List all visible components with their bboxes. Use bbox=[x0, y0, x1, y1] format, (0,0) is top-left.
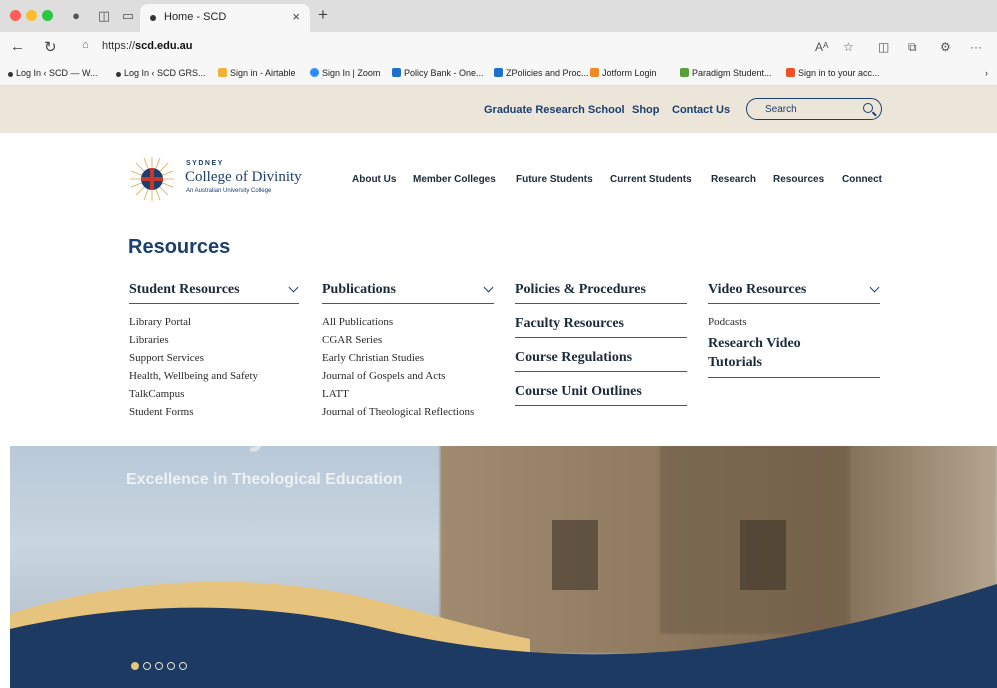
search-input[interactable]: Search bbox=[746, 98, 882, 120]
research-video-tutorials-heading[interactable]: Research Video Tutorials bbox=[708, 334, 880, 378]
bookmarks-bar: Log In ‹ SCD — W... Log In ‹ SCD GRS... … bbox=[0, 62, 997, 86]
link-student-forms[interactable]: Student Forms bbox=[129, 406, 193, 418]
logo-college-name[interactable]: College of Divinity bbox=[185, 169, 302, 186]
link-library-portal[interactable]: Library Portal bbox=[129, 316, 191, 328]
nav-research[interactable]: Research bbox=[711, 174, 756, 185]
chevron-down-icon[interactable] bbox=[869, 282, 880, 293]
chevron-down-icon[interactable] bbox=[288, 282, 299, 293]
nav-future-students[interactable]: Future Students bbox=[516, 174, 593, 185]
chevron-down-icon[interactable] bbox=[483, 282, 494, 293]
graduate-research-school-link[interactable]: Graduate Research School bbox=[484, 104, 625, 116]
slider-dots bbox=[131, 657, 191, 675]
bookmark-item[interactable]: Policy Bank - One... bbox=[392, 68, 484, 78]
bookmark-item[interactable]: ZPolicies and Proc... bbox=[494, 68, 589, 78]
bookmark-item[interactable]: Sign in to your acc... bbox=[786, 68, 880, 78]
tab-home-scd[interactable]: Home - SCD × bbox=[140, 4, 310, 32]
url-field[interactable]: ⌂ https://scd.edu.au bbox=[80, 37, 870, 57]
tab-title: Home - SCD bbox=[164, 11, 227, 23]
collections-icon[interactable]: ⧉ bbox=[908, 40, 917, 55]
back-arrow-icon[interactable]: ← bbox=[10, 38, 25, 55]
new-tab-icon[interactable]: + bbox=[318, 5, 328, 25]
link-cgar-series[interactable]: CGAR Series bbox=[322, 334, 382, 346]
slide-dot[interactable] bbox=[131, 662, 139, 670]
shop-link[interactable]: Shop bbox=[632, 104, 660, 116]
close-tab-icon[interactable]: × bbox=[292, 9, 300, 24]
logo-tagline: An Australian University College bbox=[186, 188, 272, 194]
more-menu-icon[interactable]: ··· bbox=[970, 40, 982, 54]
link-all-publications[interactable]: All Publications bbox=[322, 316, 393, 328]
utility-bar: Graduate Research School Shop Contact Us… bbox=[0, 86, 997, 133]
browser-tab-bar: ● ◫ ▭ Home - SCD × + bbox=[0, 0, 997, 32]
minimize-window-button[interactable] bbox=[26, 10, 37, 21]
nav-member-colleges[interactable]: Member Colleges bbox=[413, 174, 496, 185]
link-libraries[interactable]: Libraries bbox=[129, 334, 169, 346]
nav-resources[interactable]: Resources bbox=[773, 174, 824, 185]
search-placeholder: Search bbox=[765, 104, 797, 115]
link-support-services[interactable]: Support Services bbox=[129, 352, 204, 364]
course-unit-outlines-heading[interactable]: Course Unit Outlines bbox=[515, 384, 687, 406]
bookmark-item[interactable]: Log In ‹ SCD — W... bbox=[8, 68, 98, 78]
refresh-icon[interactable]: ↻ bbox=[44, 38, 57, 56]
profile-icon[interactable]: ● bbox=[68, 8, 84, 24]
split-screen-icon[interactable]: ◫ bbox=[878, 40, 889, 54]
favicon-icon bbox=[150, 15, 156, 21]
mega-menu-title: Resources bbox=[128, 236, 231, 258]
course-regulations-heading[interactable]: Course Regulations bbox=[515, 350, 687, 372]
bookmark-item[interactable]: Log In ‹ SCD GRS... bbox=[116, 68, 206, 78]
college-logo-icon[interactable] bbox=[130, 157, 174, 201]
student-resources-heading[interactable]: Student Resources bbox=[129, 282, 299, 304]
bookmark-item[interactable]: Jotform Login bbox=[590, 68, 657, 78]
nav-about-us[interactable]: About Us bbox=[352, 174, 396, 185]
link-latt[interactable]: LATT bbox=[322, 388, 349, 400]
bookmark-item[interactable]: Paradigm Student... bbox=[680, 68, 772, 78]
nav-connect[interactable]: Connect bbox=[842, 174, 882, 185]
hero-banner: Divinity Excellence in Theological Educa… bbox=[10, 424, 997, 688]
tab-actions-icon[interactable]: ▭ bbox=[120, 8, 136, 24]
link-journal-gospels-acts[interactable]: Journal of Gospels and Acts bbox=[322, 370, 445, 382]
search-icon[interactable] bbox=[863, 103, 873, 113]
bookmark-item[interactable]: Sign In | Zoom bbox=[310, 68, 380, 78]
bookmarks-overflow-icon[interactable]: › bbox=[985, 68, 988, 78]
zoom-window-button[interactable] bbox=[42, 10, 53, 21]
link-talkcampus[interactable]: TalkCampus bbox=[129, 388, 184, 400]
link-early-christian-studies[interactable]: Early Christian Studies bbox=[322, 352, 424, 364]
slide-dot[interactable] bbox=[167, 662, 175, 670]
slide-dot[interactable] bbox=[155, 662, 163, 670]
link-podcasts[interactable]: Podcasts bbox=[708, 316, 747, 328]
publications-heading[interactable]: Publications bbox=[322, 282, 494, 304]
lock-icon: ⌂ bbox=[82, 39, 89, 51]
faculty-resources-heading[interactable]: Faculty Resources bbox=[515, 316, 687, 338]
link-journal-theological-reflections[interactable]: Journal of Theological Reflections bbox=[322, 406, 474, 418]
address-bar: ← ↻ ⌂ https://scd.edu.au Aᴬ ☆ ◫ ⧉ ⚙ ··· bbox=[0, 32, 997, 62]
extensions-icon[interactable]: ⚙ bbox=[940, 40, 951, 54]
logo-sydney-text: SYDNEY bbox=[186, 160, 224, 167]
video-resources-heading[interactable]: Video Resources bbox=[708, 282, 880, 304]
favorite-star-icon[interactable]: ☆ bbox=[843, 40, 854, 54]
slide-dot[interactable] bbox=[179, 662, 187, 670]
workspaces-icon[interactable]: ◫ bbox=[96, 8, 112, 24]
contact-us-link[interactable]: Contact Us bbox=[672, 104, 730, 116]
bookmark-item[interactable]: Sign in - Airtable bbox=[218, 68, 296, 78]
read-aloud-icon[interactable]: Aᴬ bbox=[815, 40, 828, 54]
url-text: https://scd.edu.au bbox=[102, 40, 193, 52]
policies-procedures-heading[interactable]: Policies & Procedures bbox=[515, 282, 687, 304]
slide-dot[interactable] bbox=[143, 662, 151, 670]
link-health-wellbeing[interactable]: Health, Wellbeing and Safety bbox=[129, 370, 258, 382]
close-window-button[interactable] bbox=[10, 10, 21, 21]
hero-wave-shapes bbox=[10, 581, 997, 688]
nav-current-students[interactable]: Current Students bbox=[610, 174, 692, 185]
